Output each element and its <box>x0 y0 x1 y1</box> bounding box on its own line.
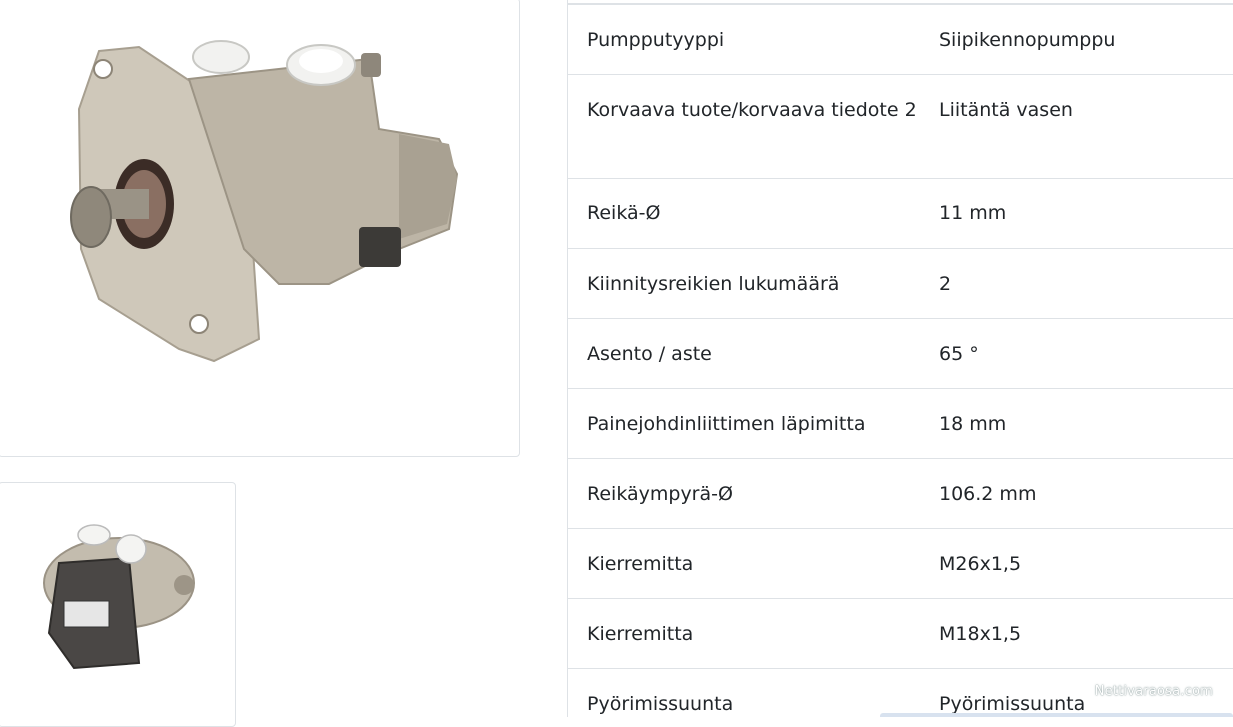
spec-label: Korvaava tuote/korvaava tiedote 2 <box>587 99 917 121</box>
main-product-image-card[interactable] <box>0 0 520 457</box>
power-steering-pump-thumbnail-image <box>43 524 195 670</box>
spec-label: Reikä-Ø <box>587 202 661 224</box>
spec-value: 65 ° <box>939 343 979 365</box>
table-row: Kierremitta M26x1,5 <box>568 529 1233 599</box>
table-row: Reikä-Ø 11 mm <box>568 179 1233 249</box>
table-row: Kiinnitysreikien lukumäärä 2 <box>568 249 1233 319</box>
spec-label: Asento / aste <box>587 343 712 365</box>
spec-value: M26x1,5 <box>939 553 1022 575</box>
table-row: Painejohdinliittimen läpimitta 18 mm <box>568 389 1233 459</box>
specification-table: Pumpputyyppi Siipikennopumppu Korvaava t… <box>567 0 1233 717</box>
spec-value: Siipikennopumppu <box>939 29 1116 51</box>
spec-label: Kiinnitysreikien lukumäärä <box>587 273 840 295</box>
spec-label: Pumpputyyppi <box>587 29 725 51</box>
power-steering-pump-image <box>70 40 459 363</box>
spec-value: M18x1,5 <box>939 623 1022 645</box>
spec-value: Liitäntä vasen <box>939 99 1073 121</box>
table-row: Asento / aste 65 ° <box>568 319 1233 389</box>
spec-label: Pyörimissuunta <box>587 693 734 715</box>
product-thumbnail[interactable] <box>0 482 236 727</box>
table-row: Pumpputyyppi Siipikennopumppu <box>568 5 1233 75</box>
spec-value: 11 mm <box>939 202 1007 224</box>
spec-value: 18 mm <box>939 413 1007 435</box>
table-row: Kierremitta M18x1,5 <box>568 599 1233 669</box>
table-row: Reikäympyrä-Ø 106.2 mm <box>568 459 1233 529</box>
spec-label: Kierremitta <box>587 623 694 645</box>
bottom-scroll-indicator <box>880 713 1233 717</box>
watermark: Nettivaraosa.com <box>1094 684 1213 699</box>
spec-label: Reikäympyrä-Ø <box>587 483 733 505</box>
spec-label: Painejohdinliittimen läpimitta <box>587 413 866 435</box>
table-row: Korvaava tuote/korvaava tiedote 2 Liitän… <box>568 75 1233 179</box>
spec-value: 2 <box>939 273 952 295</box>
spec-label: Kierremitta <box>587 553 694 575</box>
spec-value: 106.2 mm <box>939 483 1037 505</box>
